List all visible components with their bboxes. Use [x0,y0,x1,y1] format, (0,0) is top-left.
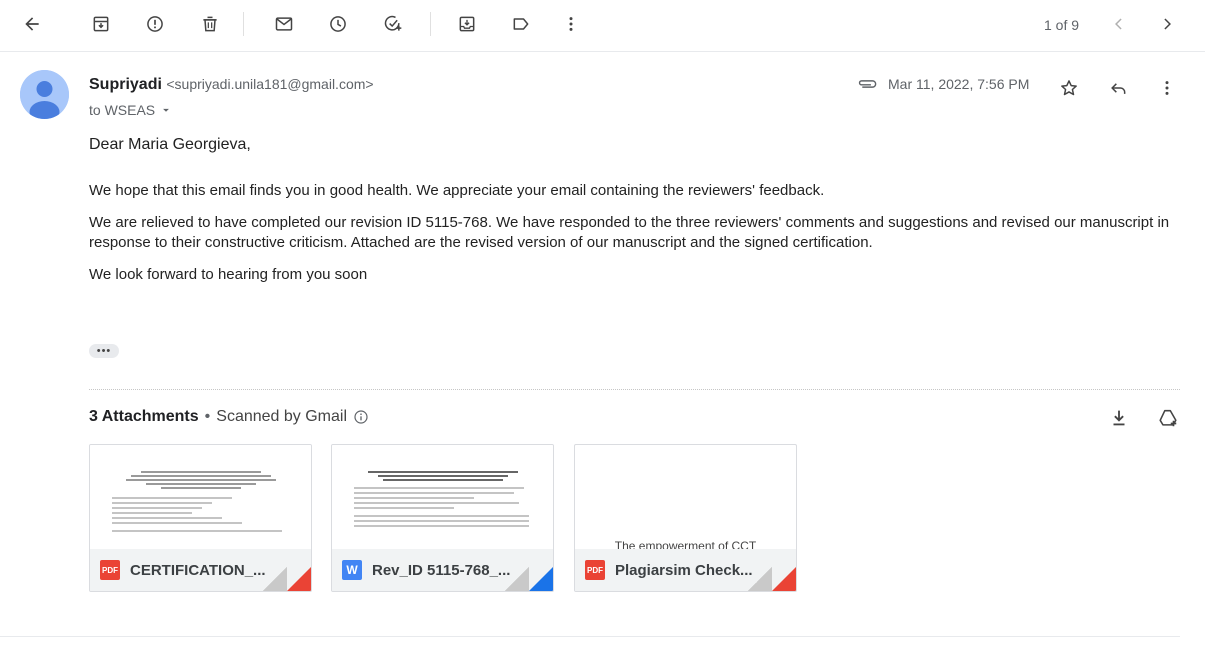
file-type-corner [287,567,311,591]
star-icon [1061,80,1077,96]
file-type-corner [529,567,553,591]
move-to-icon [459,16,475,32]
pdf-file-icon: PDF [585,560,605,580]
more-vert-icon [569,17,573,31]
sender-avatar[interactable] [20,70,69,119]
older-button[interactable] [1151,8,1183,40]
page-fold [505,567,529,591]
message-toolbar: 1 of 9 [0,0,1205,52]
trash-icon [203,16,217,32]
attachment-thumbnail [90,445,311,551]
back-button[interactable] [16,8,48,40]
message-timestamp: Mar 11, 2022, 7:56 PM [888,76,1030,92]
mail-icon [275,17,293,31]
attachment-clip-icon [858,80,877,88]
newer-button[interactable] [1103,8,1135,40]
sender-email: <supriyadi.unila181@gmail.com> [166,76,374,92]
toolbar-separator [243,12,244,36]
add-task-icon [384,15,402,31]
arrow-left-icon [25,17,39,31]
move-to-button[interactable] [451,8,483,40]
attachments-header: 3 Attachments • Scanned by Gmail [89,408,369,426]
file-type-corner [772,567,796,591]
email-paragraph: We hope that this email finds you in goo… [89,182,825,199]
clock-icon [330,16,346,32]
download-icon [1113,410,1125,426]
email-paragraph: We are relieved to have completed our re… [89,214,1170,251]
recipients-label: to WSEAS [89,102,156,118]
thread-bottom-divider [0,636,1180,637]
attachments-count: 3 Attachments [89,408,199,425]
chevron-left-icon [1115,18,1122,30]
download-all-button[interactable] [1105,404,1133,432]
caret-down-icon [163,108,170,112]
reply-button[interactable] [1104,74,1132,102]
message-more-button[interactable] [1153,74,1181,102]
save-to-drive-button[interactable] [1154,404,1182,432]
show-trimmed-content-button[interactable]: ••• [89,344,119,358]
report-icon [147,16,163,32]
drive-add-icon [1159,409,1177,427]
more-options-button[interactable] [555,8,587,40]
snooze-button[interactable] [322,8,354,40]
email-greeting: Dear Maria Georgieva, [89,136,251,153]
pdf-file-icon: PDF [100,560,120,580]
email-paragraph: We look forward to hearing from you soon [89,266,368,283]
delete-button[interactable] [194,8,226,40]
page-fold [263,567,287,591]
attachment-card-revision[interactable]: W Rev_ID 5115-768_... [331,444,554,592]
mark-unread-button[interactable] [268,8,300,40]
archive-button[interactable] [85,8,117,40]
attachment-filename: Rev_ID 5115-768_... [372,561,511,579]
message-meta: Mar 11, 2022, 7:56 PM [856,76,1029,92]
more-vert-icon [1165,81,1169,95]
pagination-count: 1 of 9 [1044,17,1080,33]
label-icon [513,18,529,30]
word-file-icon: W [342,560,362,580]
attachment-thumbnail [332,445,553,551]
sender-line: Supriyadi <supriyadi.unila181@gmail.com> [89,76,374,94]
scanned-label: Scanned by Gmail [216,408,347,425]
info-icon[interactable] [353,409,369,425]
person-icon [20,70,69,119]
attachment-filename: Plagiarsim Check... [615,561,753,579]
report-spam-button[interactable] [139,8,171,40]
add-to-tasks-button[interactable] [377,8,409,40]
archive-icon [93,16,109,32]
star-button[interactable] [1055,74,1083,102]
attachment-filename: CERTIFICATION_... [130,561,266,579]
attachment-card-certification[interactable]: PDF CERTIFICATION_... [89,444,312,592]
chevron-right-icon [1164,18,1171,30]
attachments-divider [89,389,1180,390]
recipients-toggle[interactable]: to WSEAS [89,102,173,118]
labels-button[interactable] [505,8,537,40]
toolbar-separator [430,12,431,36]
separator-dot: • [204,408,211,425]
reply-icon [1111,83,1126,94]
attachment-card-plagiarism[interactable]: The empowerment of CCT PDF Plagiarsim Ch… [574,444,797,592]
page-fold [748,567,772,591]
sender-name[interactable]: Supriyadi [89,76,162,93]
